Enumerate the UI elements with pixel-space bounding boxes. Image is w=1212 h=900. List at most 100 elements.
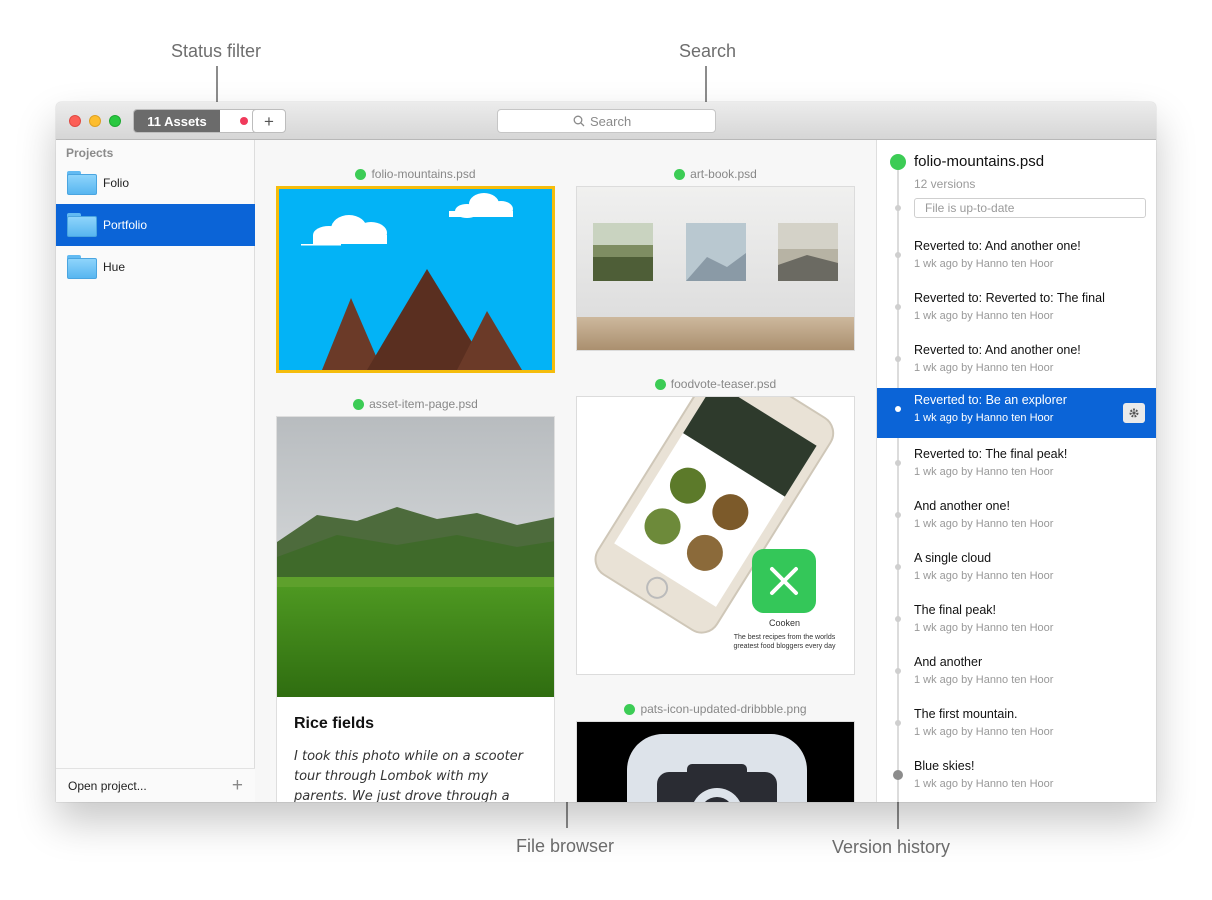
folder-icon [67, 255, 97, 279]
status-ok-icon [355, 168, 367, 180]
asset-thumbnail[interactable] [576, 721, 855, 802]
asset-thumbnail[interactable] [576, 186, 855, 351]
asset-card-description: I took this photo while on a scooter tou… [294, 749, 524, 802]
version-meta: 1 wk ago by Hanno ten Hoor [914, 310, 1054, 322]
annotation-file-browser: File browser [516, 836, 615, 856]
asset-thumbnail[interactable]: Rice fields I took this photo while on a… [276, 416, 555, 802]
timeline-dot [895, 668, 901, 674]
asset-name[interactable]: asset-item-page.psd [369, 397, 478, 411]
camera-icon-artwork [577, 722, 854, 802]
version-count: 12 versions [914, 177, 976, 191]
file-status-field: File is up-to-date [914, 198, 1146, 218]
timeline-dot [895, 512, 901, 518]
add-project-button[interactable]: + [232, 776, 243, 795]
add-asset-button[interactable]: + [252, 109, 286, 133]
asset-name[interactable]: foodvote-teaser.psd [671, 377, 776, 391]
search-field[interactable] [497, 109, 716, 133]
asset-name[interactable]: folio-mountains.psd [371, 167, 475, 181]
sidebar: Projects Folio Portfolio Hue Open projec… [56, 140, 255, 802]
asset-name-row: asset-item-page.psd [276, 397, 555, 411]
version-meta: 1 wk ago by Hanno ten Hoor [914, 778, 1054, 790]
gallery-artwork [577, 187, 854, 350]
asset-name-row: folio-mountains.psd [276, 167, 555, 181]
timeline-dot [895, 205, 901, 211]
timeline-dot [895, 304, 901, 310]
version-item[interactable]: And another one! 1 wk ago by Hanno ten H… [877, 494, 1156, 546]
app-window: 11 Assets + Projects Folio [56, 102, 1156, 802]
version-meta: 1 wk ago by Hanno ten Hoor [914, 362, 1054, 374]
version-item[interactable]: A single cloud 1 wk ago by Hanno ten Hoo… [877, 546, 1156, 598]
sidebar-item-label: Portfolio [103, 218, 148, 232]
folder-icon [67, 213, 97, 237]
version-title: Reverted to: And another one! [914, 343, 1081, 357]
annotation-search: Search [679, 41, 737, 61]
rice-fields-photo [277, 417, 554, 697]
asset-name[interactable]: pats-icon-updated-dribbble.png [640, 702, 806, 716]
timeline-dot [893, 770, 903, 780]
timeline-dot [895, 460, 901, 466]
timeline-dot [895, 616, 901, 622]
titlebar: 11 Assets + [56, 102, 1156, 140]
version-title: And another [914, 655, 983, 669]
close-window-button[interactable] [69, 115, 81, 127]
version-title: And another one! [914, 499, 1010, 513]
version-item[interactable]: Reverted to: And another one! 1 wk ago b… [877, 234, 1156, 286]
version-title: The final peak! [914, 603, 996, 617]
status-filter[interactable]: 11 Assets [133, 109, 269, 133]
sidebar-item-folio[interactable]: Folio [56, 162, 255, 204]
version-meta: 1 wk ago by Hanno ten Hoor [914, 674, 1054, 686]
sidebar-heading: Projects [66, 146, 114, 160]
version-title: Reverted to: Reverted to: The final [914, 291, 1105, 305]
status-ok-icon [890, 154, 906, 170]
assets-count-button[interactable]: 11 Assets [134, 110, 220, 132]
sidebar-item-portfolio[interactable]: Portfolio [56, 204, 255, 246]
app-name: Cooken [768, 618, 801, 628]
alert-status-icon [240, 117, 248, 125]
version-item[interactable]: Reverted to: Reverted to: The final 1 wk… [877, 286, 1156, 338]
version-item-selected[interactable]: Reverted to: Be an explorer 1 wk ago by … [877, 388, 1156, 438]
history-file-name: folio-mountains.psd [914, 153, 1045, 170]
version-title: Reverted to: Be an explorer [914, 393, 1067, 407]
timeline-dot [895, 356, 901, 362]
status-ok-icon [674, 168, 686, 180]
folder-icon [67, 171, 97, 195]
version-title: The first mountain. [914, 707, 1018, 721]
sidebar-footer: Open project... + [56, 768, 255, 802]
version-meta: 1 wk ago by Hanno ten Hoor [914, 258, 1054, 270]
version-settings-button[interactable] [1123, 403, 1145, 423]
version-title: Reverted to: And another one! [914, 239, 1081, 253]
asset-name-row: pats-icon-updated-dribbble.png [576, 702, 855, 716]
version-item[interactable]: The final peak! 1 wk ago by Hanno ten Ho… [877, 598, 1156, 650]
asset-name-row: foodvote-teaser.psd [576, 377, 855, 391]
status-ok-icon [353, 398, 365, 410]
version-item[interactable]: Reverted to: And another one! 1 wk ago b… [877, 338, 1156, 390]
asset-thumbnail[interactable]: Cooken The best recipes from the worlds … [576, 396, 855, 675]
open-project-link[interactable]: Open project... [68, 779, 147, 793]
utensils-icon [770, 567, 798, 595]
sidebar-item-label: Hue [103, 260, 126, 274]
version-item[interactable]: Reverted to: The final peak! 1 wk ago by… [877, 442, 1156, 494]
version-item[interactable]: Blue skies! 1 wk ago by Hanno ten Hoor [877, 754, 1156, 802]
timeline-dot [895, 720, 901, 726]
version-item[interactable]: And another 1 wk ago by Hanno ten Hoor [877, 650, 1156, 702]
version-title: Blue skies! [914, 759, 975, 773]
asset-card-title: Rice fields [294, 715, 375, 732]
annotation-status-filter: Status filter [171, 41, 262, 61]
sidebar-item-hue[interactable]: Hue [56, 246, 255, 288]
search-icon [573, 115, 585, 127]
version-meta: 1 wk ago by Hanno ten Hoor [914, 518, 1054, 530]
mountains-artwork [279, 189, 552, 370]
version-meta: 1 wk ago by Hanno ten Hoor [914, 622, 1054, 634]
timeline-dot [895, 564, 901, 570]
search-input[interactable] [590, 113, 640, 129]
zoom-window-button[interactable] [109, 115, 121, 127]
gear-icon [1129, 408, 1139, 418]
status-ok-icon [654, 378, 666, 390]
timeline-dot [895, 252, 901, 258]
version-meta: 1 wk ago by Hanno ten Hoor [914, 726, 1054, 738]
version-item[interactable]: The first mountain. 1 wk ago by Hanno te… [877, 702, 1156, 754]
minimize-window-button[interactable] [89, 115, 101, 127]
page: Status filter Search File browser Versio… [0, 0, 1212, 900]
asset-thumbnail-selected[interactable] [276, 186, 555, 373]
asset-name[interactable]: art-book.psd [690, 167, 757, 181]
